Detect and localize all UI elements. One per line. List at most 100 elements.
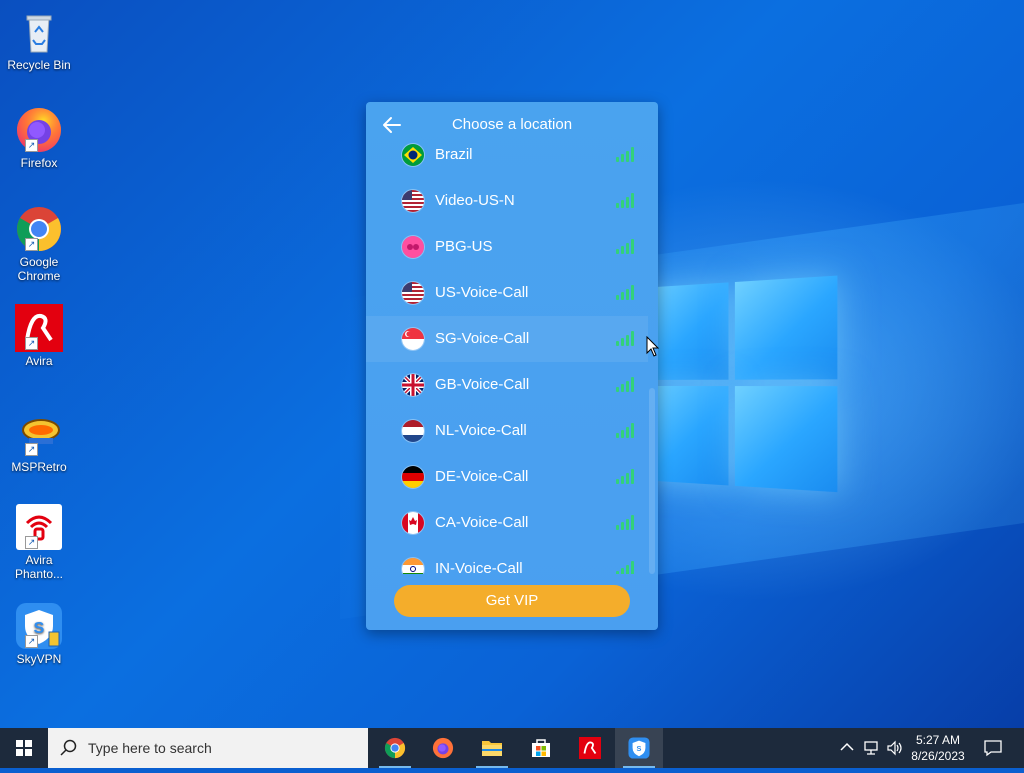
avira-icon: ↗ [15,304,63,352]
us-flag-icon [402,282,424,304]
location-name: US-Voice-Call [435,284,529,301]
store-icon [532,739,550,757]
notification-icon [984,740,1002,757]
location-item-us-voice-call[interactable]: US-Voice-Call [366,270,648,316]
network-icon [864,741,878,755]
vpn-location-window: Choose a location Brazil Video-US-N PBG-… [366,102,658,630]
taskbar-clock[interactable]: 5:27 AM 8/26/2023 [900,732,976,764]
start-button[interactable] [0,728,48,768]
taskbar-file-explorer[interactable] [468,728,516,768]
taskbar-search-box[interactable]: Type here to search [48,728,368,768]
location-item-nl-voice-call[interactable]: NL-Voice-Call [366,408,648,454]
location-item-in-voice-call[interactable]: IN-Voice-Call [366,546,648,574]
signal-strength-icon [616,423,634,438]
chrome-icon [384,737,406,759]
signal-strength-icon [616,285,634,300]
location-item-gb-voice-call[interactable]: GB-Voice-Call [366,362,648,408]
desktop-icon-label: MSPRetro [11,460,67,474]
location-name: SG-Voice-Call [435,330,530,347]
pbg-flag-icon [402,236,424,258]
location-name: Video-US-N [435,192,515,209]
brazil-flag-icon [402,144,424,166]
scrollbar-thumb[interactable] [649,388,655,574]
location-name: Brazil [435,146,473,163]
mouse-cursor-icon [646,335,660,358]
clock-time: 5:27 AM [915,733,961,747]
taskbar-skyvpn[interactable]: S [615,728,663,768]
location-list-scrollbar[interactable] [649,148,655,574]
location-item-brazil[interactable]: Brazil [366,140,648,178]
desktop-icon-firefox[interactable]: ↗ Firefox [4,106,74,170]
skyvpn-icon: S ↗ [15,602,63,650]
signal-strength-icon [616,331,634,346]
shortcut-arrow-icon: ↗ [25,635,38,648]
netherlands-flag-icon [402,420,424,442]
chrome-icon: ↗ [15,205,63,253]
germany-flag-icon [402,466,424,488]
search-placeholder: Type here to search [88,740,212,756]
desktop-icon-label: Avira [25,354,53,368]
skyvpn-icon: S [628,737,650,759]
india-flag-icon [402,558,424,574]
location-item-pbg-us[interactable]: PBG-US [366,224,648,270]
desktop-icon-google-chrome[interactable]: ↗ Google Chrome [4,205,74,283]
show-hidden-icons-button[interactable] [838,728,856,768]
uk-flag-icon [402,374,424,396]
svg-text:S: S [637,744,642,753]
window-title: Choose a location [451,116,573,133]
location-name: CA-Voice-Call [435,514,529,531]
location-name: IN-Voice-Call [435,560,523,574]
location-name: GB-Voice-Call [435,376,530,393]
desktop-icon-skyvpn[interactable]: S ↗ SkyVPN [4,602,74,666]
file-explorer-icon [482,741,502,756]
location-name: DE-Voice-Call [435,468,529,485]
firefox-icon [432,737,454,759]
signal-strength-icon [616,561,634,574]
signal-strength-icon [616,147,634,162]
desktop-icon-recycle-bin[interactable]: Recycle Bin [4,8,74,72]
recycle-bin-icon [15,8,63,56]
get-vip-button[interactable]: Get VIP [394,585,630,617]
location-list[interactable]: Brazil Video-US-N PBG-US US-Voice-Call S… [366,140,648,574]
desktop-icon-label: Google Chrome [17,255,61,283]
desktop-icon-label: SkyVPN [16,652,62,666]
signal-strength-icon [616,377,634,392]
windows-logo-wallpaper [640,275,838,495]
desktop-icon-avira-phantom[interactable]: ↗ Avira Phanto... [4,503,74,581]
location-name: NL-Voice-Call [435,422,527,439]
desktop-icon-label: Avira Phanto... [14,553,64,581]
signal-strength-icon [616,469,634,484]
us-flag-icon [402,190,424,212]
search-icon [60,739,77,756]
taskbar: Type here to search S 5:27 AM 8/26/2023 [0,728,1024,768]
desktop-icon-avira[interactable]: ↗ Avira [4,304,74,368]
signal-strength-icon [616,515,634,530]
desktop-icon-label: Firefox [20,156,58,170]
avira-icon [579,737,601,759]
shortcut-arrow-icon: ↗ [25,238,38,251]
taskbar-chrome[interactable] [371,728,419,768]
firefox-icon: ↗ [15,106,63,154]
taskbar-store[interactable] [517,728,565,768]
location-name: PBG-US [435,238,493,255]
avira-phantom-icon: ↗ [15,503,63,551]
shortcut-arrow-icon: ↗ [25,139,38,152]
location-item-sg-voice-call[interactable]: SG-Voice-Call [366,316,648,362]
desktop-icon-label: Recycle Bin [7,58,71,72]
location-item-de-voice-call[interactable]: DE-Voice-Call [366,454,648,500]
taskbar-firefox[interactable] [419,728,467,768]
singapore-flag-icon [402,328,424,350]
location-item-ca-voice-call[interactable]: CA-Voice-Call [366,500,648,546]
shortcut-arrow-icon: ↗ [25,536,38,549]
taskbar-avira[interactable] [566,728,614,768]
location-item-video-us-n[interactable]: Video-US-N [366,178,648,224]
signal-strength-icon [616,239,634,254]
desktop-icon-mspretro[interactable]: ↗ MSPRetro [4,410,74,474]
chevron-up-icon [840,742,854,751]
windows-start-icon [16,740,32,756]
signal-strength-icon [616,193,634,208]
notification-center-button[interactable] [978,728,1008,768]
network-status-button[interactable] [860,728,882,768]
clock-date: 8/26/2023 [911,749,965,763]
shortcut-arrow-icon: ↗ [25,337,38,350]
